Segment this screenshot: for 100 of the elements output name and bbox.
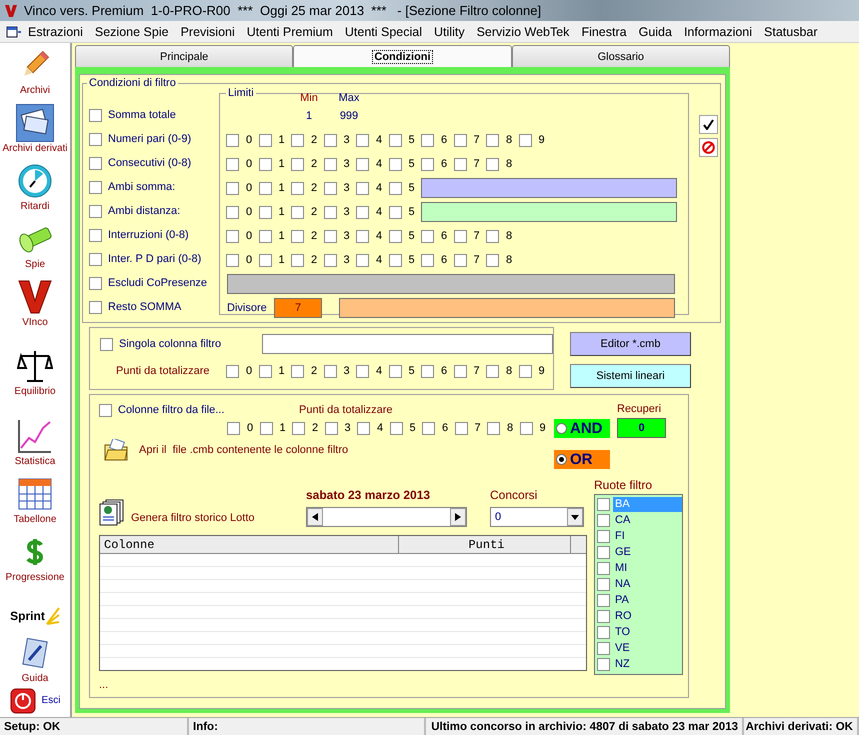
checkbox[interactable] bbox=[100, 338, 113, 350]
sidebar-item[interactable]: Spie bbox=[16, 220, 54, 278]
checkbox[interactable] bbox=[227, 422, 240, 434]
checkbox[interactable] bbox=[597, 498, 610, 510]
checkbox[interactable] bbox=[99, 404, 112, 416]
checkbox[interactable] bbox=[486, 364, 499, 378]
checkbox[interactable] bbox=[518, 364, 532, 378]
checkbox[interactable] bbox=[388, 230, 402, 242]
date-scrollbar[interactable] bbox=[306, 507, 467, 527]
checkbox[interactable] bbox=[291, 254, 304, 266]
checkbox[interactable] bbox=[486, 158, 499, 170]
sidebar-item[interactable]: Progressione bbox=[6, 532, 64, 586]
wheel-item[interactable]: PA bbox=[613, 592, 682, 608]
checkbox[interactable] bbox=[89, 228, 102, 242]
checkbox[interactable] bbox=[357, 422, 370, 434]
checkbox[interactable] bbox=[454, 230, 466, 242]
checkbox[interactable] bbox=[487, 422, 500, 434]
checkbox[interactable] bbox=[89, 108, 102, 122]
checkbox[interactable] bbox=[226, 364, 239, 378]
menu-item[interactable]: Guida bbox=[632, 24, 678, 38]
wheel-item[interactable]: CA bbox=[613, 512, 682, 528]
wheel-item[interactable]: VE bbox=[613, 640, 682, 656]
checkbox[interactable] bbox=[388, 158, 402, 170]
input-field[interactable] bbox=[262, 334, 553, 354]
sidebar-item[interactable]: Guida bbox=[16, 634, 54, 684]
wheel-item[interactable]: TO bbox=[613, 624, 682, 640]
checkbox[interactable] bbox=[226, 158, 239, 170]
checkbox[interactable] bbox=[258, 254, 272, 266]
checkbox[interactable] bbox=[388, 134, 402, 146]
checkbox[interactable] bbox=[89, 252, 102, 266]
sidebar-item[interactable]: VInco bbox=[16, 278, 54, 348]
checkbox[interactable] bbox=[324, 364, 336, 378]
confirm-button[interactable] bbox=[699, 115, 718, 134]
checkbox[interactable] bbox=[324, 254, 336, 266]
checkbox[interactable] bbox=[388, 206, 402, 218]
checkbox[interactable] bbox=[597, 658, 610, 670]
sidebar-item[interactable]: Esci bbox=[10, 688, 60, 714]
checkbox[interactable] bbox=[324, 422, 338, 434]
checkbox[interactable] bbox=[324, 230, 336, 242]
checkbox[interactable] bbox=[486, 134, 499, 146]
checkbox[interactable] bbox=[356, 364, 369, 378]
checkbox[interactable] bbox=[356, 206, 369, 218]
checkbox[interactable] bbox=[422, 422, 435, 434]
checkbox[interactable] bbox=[486, 254, 499, 266]
checkbox[interactable] bbox=[597, 578, 610, 590]
checkbox[interactable] bbox=[421, 364, 434, 378]
checkbox[interactable] bbox=[89, 204, 102, 218]
action-button[interactable]: Editor *.cmb bbox=[570, 332, 691, 356]
logic-radio[interactable]: OR bbox=[554, 450, 610, 469]
checkbox[interactable] bbox=[89, 132, 102, 146]
menu-item[interactable]: Previsioni bbox=[174, 24, 241, 38]
checkbox[interactable] bbox=[324, 158, 336, 170]
checkbox[interactable] bbox=[258, 134, 272, 146]
checkbox[interactable] bbox=[356, 134, 369, 146]
checkbox[interactable] bbox=[356, 182, 369, 194]
checkbox[interactable] bbox=[258, 230, 272, 242]
tab[interactable]: Principale bbox=[75, 45, 294, 67]
checkbox[interactable] bbox=[388, 364, 402, 378]
wheel-item[interactable]: MI bbox=[613, 560, 682, 576]
checkbox[interactable] bbox=[89, 300, 102, 314]
menu-item[interactable]: Estrazioni bbox=[22, 24, 89, 38]
checkbox[interactable] bbox=[258, 206, 272, 218]
checkbox[interactable] bbox=[454, 364, 466, 378]
wheel-item[interactable]: NZ bbox=[613, 656, 682, 672]
checkbox[interactable] bbox=[597, 530, 610, 542]
checkbox[interactable] bbox=[520, 422, 532, 434]
wheel-item[interactable]: NA bbox=[613, 576, 682, 592]
sidebar-item[interactable]: Statistica bbox=[14, 417, 56, 475]
wheel-item[interactable]: FI bbox=[613, 528, 682, 544]
checkbox[interactable] bbox=[258, 158, 272, 170]
checkbox[interactable] bbox=[258, 364, 272, 378]
tab[interactable]: Glossario bbox=[512, 45, 730, 67]
checkbox[interactable] bbox=[89, 276, 102, 290]
checkbox[interactable] bbox=[89, 156, 102, 170]
menu-item[interactable]: Utenti Premium bbox=[240, 24, 339, 38]
draws-dropdown[interactable]: 0 bbox=[490, 507, 584, 527]
cancel-button[interactable] bbox=[699, 138, 718, 157]
menu-item[interactable]: Informazioni bbox=[678, 24, 758, 38]
checkbox[interactable] bbox=[292, 422, 305, 434]
checkbox[interactable] bbox=[258, 182, 272, 194]
checkbox[interactable] bbox=[597, 514, 610, 526]
checkbox[interactable] bbox=[388, 182, 402, 194]
checkbox[interactable] bbox=[260, 422, 272, 434]
sidebar-item[interactable]: Ritardi bbox=[16, 162, 54, 220]
checkbox[interactable] bbox=[226, 182, 239, 194]
action-button[interactable]: Sistemi lineari bbox=[570, 364, 691, 388]
menu-item[interactable]: Utility bbox=[428, 24, 471, 38]
checkbox[interactable] bbox=[597, 610, 610, 622]
checkbox[interactable] bbox=[291, 230, 304, 242]
window-menu-icon[interactable] bbox=[6, 24, 22, 38]
checkbox[interactable] bbox=[454, 134, 466, 146]
logic-radio[interactable]: AND bbox=[554, 419, 610, 438]
checkbox[interactable] bbox=[421, 134, 434, 146]
checkbox[interactable] bbox=[89, 180, 102, 194]
menu-item[interactable]: Utenti Special bbox=[338, 24, 428, 38]
checkbox[interactable] bbox=[597, 642, 610, 654]
sidebar-item[interactable]: Tabellone bbox=[14, 475, 56, 533]
checkbox[interactable] bbox=[454, 158, 466, 170]
menu-item[interactable]: Servizio WebTek bbox=[470, 24, 576, 38]
checkbox[interactable] bbox=[324, 182, 336, 194]
